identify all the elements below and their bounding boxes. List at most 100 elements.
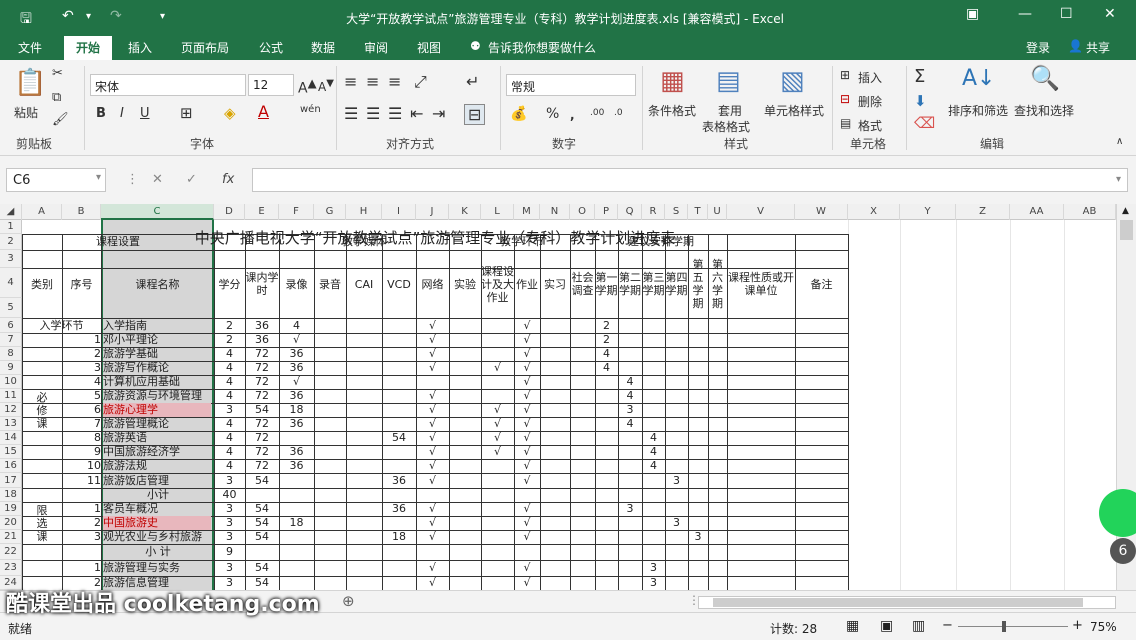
cell-homework[interactable]: √ xyxy=(514,417,540,431)
insert-cells-button[interactable]: 插入 xyxy=(858,69,882,86)
tab-review[interactable]: 审阅 xyxy=(364,39,388,56)
insert-function-icon[interactable]: fx xyxy=(222,172,234,187)
paste-icon[interactable]: 📋 xyxy=(14,68,46,98)
column-header-z[interactable]: Z xyxy=(956,204,1010,220)
cell-hours[interactable]: 72 xyxy=(245,375,279,389)
column-header-aa[interactable]: AA xyxy=(1010,204,1064,220)
header-type[interactable]: 类别 xyxy=(22,250,62,318)
cell-course-name[interactable]: 邓小平理论 xyxy=(103,333,213,347)
cell-no[interactable] xyxy=(62,544,101,560)
cell-term[interactable]: 4 xyxy=(618,417,642,431)
cell-network[interactable] xyxy=(416,544,449,560)
row-header-21[interactable]: 21 xyxy=(0,530,22,544)
header-net[interactable]: 网络 xyxy=(416,250,449,318)
cell-course-name[interactable]: 小计 xyxy=(103,488,213,502)
cell-term[interactable]: 3 xyxy=(665,516,688,530)
header-video[interactable]: 录像 xyxy=(279,250,314,318)
header-audio[interactable]: 录音 xyxy=(314,250,346,318)
header-no[interactable]: 序号 xyxy=(62,250,101,318)
cell-no[interactable]: 5 xyxy=(62,389,101,403)
cell-course-name[interactable]: 旅游资源与环境管理 xyxy=(103,389,213,403)
share-button[interactable]: 共享 xyxy=(1086,39,1110,56)
row-header-6[interactable]: 6 xyxy=(0,318,22,333)
maximize-icon[interactable]: ☐ xyxy=(1060,6,1073,22)
cell-homework[interactable] xyxy=(514,488,540,502)
cell-term[interactable]: 3 xyxy=(642,560,665,576)
enter-icon[interactable]: ✓ xyxy=(186,172,197,187)
tab-data[interactable]: 数据 xyxy=(311,39,335,56)
cell-course-name[interactable]: 旅游管理与实务 xyxy=(103,560,213,576)
cell-design[interactable]: √ xyxy=(481,431,514,445)
cancel-icon[interactable]: ✕ xyxy=(152,172,163,187)
cell-course-name[interactable]: 旅游英语 xyxy=(103,431,213,445)
copy-icon[interactable]: ⧉ xyxy=(52,90,61,105)
row-header-12[interactable]: 12 xyxy=(0,403,22,417)
row-header-22[interactable]: 22 xyxy=(0,544,22,560)
cell-course-name[interactable]: 中国旅游经济学 xyxy=(103,445,213,459)
cell-course-name[interactable]: 中国旅游史 xyxy=(103,516,213,530)
cell-no[interactable]: 11 xyxy=(62,473,101,488)
column-header-r[interactable]: R xyxy=(642,204,665,220)
scroll-up-icon[interactable]: ▲ xyxy=(1122,206,1129,216)
column-header-i[interactable]: I xyxy=(382,204,416,220)
ribbon-display-icon[interactable]: ▣ xyxy=(966,6,979,22)
cell-video[interactable]: 36 xyxy=(279,417,314,431)
cell-credit[interactable]: 4 xyxy=(214,445,245,459)
cell-course-name[interactable]: 观光农业与乡村旅游 xyxy=(103,530,213,544)
cell-design[interactable] xyxy=(481,389,514,403)
decrease-font-icon[interactable]: A▼ xyxy=(318,78,334,94)
cell-design[interactable] xyxy=(481,473,514,488)
undo-dropdown-icon[interactable]: ▾ xyxy=(86,11,91,22)
cell-network[interactable]: √ xyxy=(416,403,449,417)
cell-credit[interactable]: 3 xyxy=(214,403,245,417)
tab-insert[interactable]: 插入 xyxy=(128,39,152,56)
header-t2[interactable]: 第二学期 xyxy=(618,250,642,318)
cell-credit[interactable]: 4 xyxy=(214,431,245,445)
cell-vcd[interactable] xyxy=(382,403,416,417)
cell-term[interactable]: 3 xyxy=(618,403,642,417)
cell-design[interactable]: √ xyxy=(481,403,514,417)
cell-term[interactable]: 3 xyxy=(665,473,688,488)
cell-no[interactable]: 2 xyxy=(62,516,101,530)
cell-vcd[interactable] xyxy=(382,576,416,590)
column-header-l[interactable]: L xyxy=(481,204,514,220)
comma-style-icon[interactable]: , xyxy=(570,108,575,122)
cell-term[interactable]: 2 xyxy=(595,333,618,347)
name-box[interactable]: C6 xyxy=(6,168,106,192)
close-icon[interactable]: ✕ xyxy=(1104,6,1116,22)
cell-credit[interactable]: 3 xyxy=(214,473,245,488)
cell-hours[interactable]: 72 xyxy=(245,459,279,473)
column-header-j[interactable]: J xyxy=(416,204,449,220)
cell-hours[interactable]: 72 xyxy=(245,347,279,361)
cell-design[interactable] xyxy=(481,488,514,502)
autosum-icon[interactable]: Σ xyxy=(914,66,925,87)
header-t6[interactable]: 第六学期 xyxy=(708,250,727,318)
insert-cells-icon[interactable]: ⊞ xyxy=(840,68,850,82)
cell-video[interactable] xyxy=(279,560,314,576)
column-header-p[interactable]: P xyxy=(595,204,618,220)
conditional-format-icon[interactable]: ▦ xyxy=(660,66,685,96)
cell-course-name[interactable]: 旅游学基础 xyxy=(103,347,213,361)
font-color-icon[interactable]: A xyxy=(258,102,269,121)
cell-credit[interactable]: 3 xyxy=(214,502,245,516)
cell-video[interactable]: 18 xyxy=(279,516,314,530)
column-header-e[interactable]: E xyxy=(245,204,279,220)
column-header-q[interactable]: Q xyxy=(618,204,642,220)
header-hours[interactable]: 课内学时 xyxy=(245,250,279,318)
cell-course-name[interactable]: 旅游饭店管理 xyxy=(103,473,213,488)
align-middle-icon[interactable]: ≡ xyxy=(366,72,379,91)
cell-vcd[interactable]: 18 xyxy=(382,530,416,544)
zoom-in-icon[interactable]: + xyxy=(1072,618,1083,633)
cell-course-name[interactable]: 客员车概况 xyxy=(103,502,213,516)
cell-hours[interactable]: 36 xyxy=(245,333,279,347)
cell-hours[interactable]: 72 xyxy=(245,417,279,431)
cell-video[interactable] xyxy=(279,502,314,516)
header-note[interactable]: 备注 xyxy=(795,250,848,318)
phonetic-icon[interactable]: wén xyxy=(300,104,321,115)
column-header-v[interactable]: V xyxy=(727,204,795,220)
merge-center-icon[interactable]: ⊟ xyxy=(464,104,486,125)
cell-hours[interactable]: 54 xyxy=(245,502,279,516)
align-right-icon[interactable]: ☰ xyxy=(388,104,402,123)
cell-no[interactable]: 1 xyxy=(62,502,101,516)
cell-design[interactable]: √ xyxy=(481,445,514,459)
